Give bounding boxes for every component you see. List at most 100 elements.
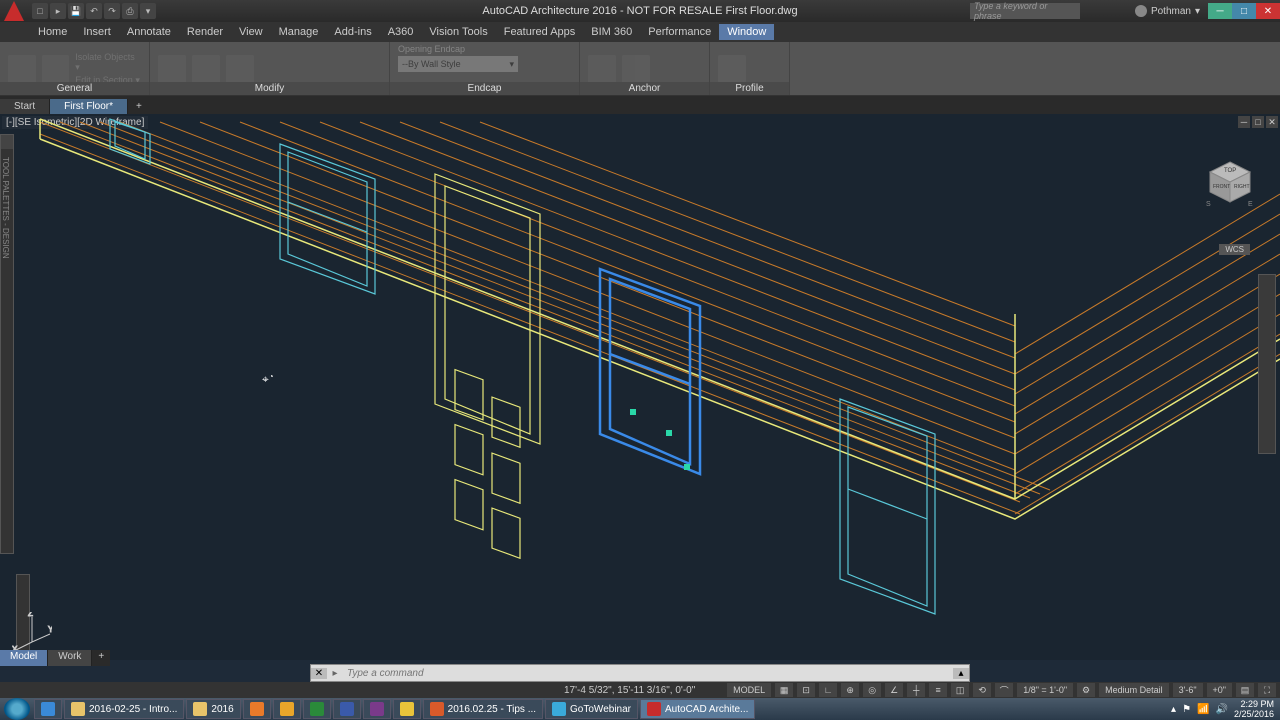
- user-name: Pothman: [1151, 6, 1191, 17]
- svg-text:TOP: TOP: [1224, 168, 1236, 174]
- layout-tab-add[interactable]: +: [92, 650, 110, 666]
- taskbar-item[interactable]: 2016: [186, 699, 240, 719]
- modify-tool1-icon[interactable]: [158, 55, 186, 83]
- doc-tab-firstfloor[interactable]: First Floor*: [50, 99, 128, 114]
- tray-network-icon[interactable]: 📶: [1197, 704, 1209, 715]
- menu-bim360[interactable]: BIM 360: [583, 24, 640, 40]
- command-input[interactable]: [343, 668, 953, 679]
- qat-save-icon[interactable]: 💾: [68, 3, 84, 19]
- palette-grip-icon[interactable]: [1, 135, 13, 149]
- cmd-close-icon[interactable]: ✕: [311, 668, 327, 679]
- dyn-icon[interactable]: ┼: [907, 683, 925, 697]
- start-button[interactable]: [4, 698, 30, 720]
- cmd-history-icon[interactable]: ▴: [953, 668, 969, 679]
- menu-a360[interactable]: A360: [380, 24, 422, 40]
- grid-icon[interactable]: ▦: [775, 683, 793, 697]
- ribbon-group-endcap: Opening Endcap --By Wall Style▾ Endcap: [390, 42, 580, 95]
- qat-undo-icon[interactable]: ↶: [86, 3, 102, 19]
- menu-insert[interactable]: Insert: [75, 24, 119, 40]
- anno-scale[interactable]: 1/8" = 1'-0": [1017, 683, 1073, 697]
- tray-icon1[interactable]: ⚑: [1182, 704, 1191, 715]
- command-line: ✕ ▸ ▴: [310, 664, 970, 682]
- modify-tool2-icon[interactable]: [192, 55, 220, 83]
- navigation-bar[interactable]: [1258, 274, 1276, 454]
- taskbar-item[interactable]: GoToWebinar: [545, 699, 638, 719]
- taskbar-item[interactable]: [363, 699, 391, 719]
- menu-featured[interactable]: Featured Apps: [496, 24, 584, 40]
- group-label-general: General: [0, 82, 149, 95]
- menu-addins[interactable]: Add-ins: [326, 24, 379, 40]
- viewcube[interactable]: TOP FRONT RIGHT S E: [1200, 154, 1260, 214]
- close-button[interactable]: ✕: [1256, 3, 1280, 19]
- tray-up-icon[interactable]: ▴: [1171, 704, 1176, 715]
- window-title: AutoCAD Architecture 2016 - NOT FOR RESA…: [482, 5, 797, 17]
- taskbar-item[interactable]: [333, 699, 361, 719]
- workspace-icon[interactable]: ▤: [1236, 683, 1254, 697]
- qat-open-icon[interactable]: ▸: [50, 3, 66, 19]
- layout-tab-model[interactable]: Model: [0, 650, 48, 666]
- taskbar-item[interactable]: [303, 699, 331, 719]
- isolate-objects[interactable]: Isolate Objects ▾: [75, 52, 141, 73]
- elevation[interactable]: 3'-6": [1173, 683, 1203, 697]
- window-controls: ─ □ ✕: [1208, 3, 1280, 19]
- menu-manage[interactable]: Manage: [271, 24, 327, 40]
- object-viewer-icon[interactable]: [42, 55, 70, 83]
- maximize-button[interactable]: □: [1232, 3, 1256, 19]
- clean-screen-icon[interactable]: ⛶: [1258, 683, 1276, 697]
- modify-tool3-icon[interactable]: [226, 55, 254, 83]
- menu-window[interactable]: Window: [719, 24, 774, 40]
- gear-icon[interactable]: ⚙: [1077, 683, 1095, 697]
- taskbar-item[interactable]: [393, 699, 421, 719]
- drawing-viewport[interactable]: [-][SE Isometric][2D Wireframe] ─ □ ✕: [0, 114, 1280, 660]
- endcap-style-dropdown[interactable]: --By Wall Style▾: [398, 56, 518, 72]
- menu-render[interactable]: Render: [179, 24, 231, 40]
- menu-annotate[interactable]: Annotate: [119, 24, 179, 40]
- menu-vision[interactable]: Vision Tools: [421, 24, 495, 40]
- annotation-icon[interactable]: ⌒: [995, 683, 1013, 697]
- osnap-icon[interactable]: ◎: [863, 683, 881, 697]
- polar-icon[interactable]: ⊕: [841, 683, 859, 697]
- taskbar-item[interactable]: [273, 699, 301, 719]
- menu-home[interactable]: Home: [30, 24, 75, 40]
- opening-endcap-label: Opening Endcap: [398, 44, 465, 54]
- taskbar-ie[interactable]: [34, 699, 62, 719]
- tool-palette-bar[interactable]: TOOL PALETTES - DESIGN: [0, 134, 14, 554]
- taskbar-item[interactable]: [243, 699, 271, 719]
- doc-tab-add[interactable]: +: [128, 99, 150, 114]
- menu-view[interactable]: View: [231, 24, 271, 40]
- ortho-icon[interactable]: ∟: [819, 683, 837, 697]
- qat-redo-icon[interactable]: ↷: [104, 3, 120, 19]
- menu-performance[interactable]: Performance: [640, 24, 719, 40]
- qat-new-icon[interactable]: □: [32, 3, 48, 19]
- minimize-button[interactable]: ─: [1208, 3, 1232, 19]
- model-space-toggle[interactable]: MODEL: [727, 683, 771, 697]
- user-menu[interactable]: Pothman ▾: [1135, 5, 1200, 17]
- taskbar-item[interactable]: 2016-02-25 - Intro...: [64, 699, 184, 719]
- taskbar-app-icon: [400, 702, 414, 716]
- detail-level[interactable]: Medium Detail: [1099, 683, 1169, 697]
- tray-volume-icon[interactable]: 🔊: [1216, 704, 1228, 715]
- otrack-icon[interactable]: ∠: [885, 683, 903, 697]
- doc-tab-start[interactable]: Start: [0, 99, 50, 114]
- profile-tool-icon[interactable]: [718, 55, 746, 83]
- select-tool-icon[interactable]: [8, 55, 36, 83]
- taskbar-app-icon: [370, 702, 384, 716]
- taskbar-item[interactable]: 2016.02.25 - Tips ...: [423, 699, 543, 719]
- cut-plane[interactable]: +0": [1207, 683, 1232, 697]
- svg-text:S: S: [1206, 201, 1211, 208]
- qat-more-icon[interactable]: ▾: [140, 3, 156, 19]
- clock[interactable]: 2:29 PM 2/25/2016: [1234, 699, 1274, 719]
- anchor-tool1-icon[interactable]: [588, 55, 616, 83]
- document-tabs: Start First Floor* +: [0, 96, 1280, 114]
- help-search-input[interactable]: Type a keyword or phrase: [970, 3, 1080, 19]
- snap-icon[interactable]: ⊡: [797, 683, 815, 697]
- transparency-icon[interactable]: ◫: [951, 683, 969, 697]
- wcs-label[interactable]: WCS: [1219, 244, 1250, 255]
- taskbar-item[interactable]: AutoCAD Archite...: [640, 699, 755, 719]
- cycling-icon[interactable]: ⟲: [973, 683, 991, 697]
- anchor-tool2-icon[interactable]: [622, 55, 650, 83]
- group-label-modify: Modify: [150, 82, 389, 95]
- layout-tab-work[interactable]: Work: [48, 650, 92, 666]
- lwt-icon[interactable]: ≡: [929, 683, 947, 697]
- qat-print-icon[interactable]: ⎙: [122, 3, 138, 19]
